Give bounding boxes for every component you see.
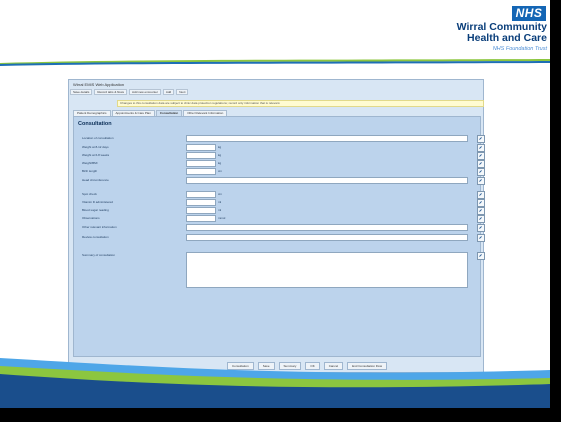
edit-icon[interactable] xyxy=(477,224,485,232)
edit-icon[interactable] xyxy=(477,234,485,242)
window-title: Wirral EMIS Web Application xyxy=(73,82,125,87)
field-label: Observations xyxy=(82,216,100,220)
field-label: Review consultation xyxy=(82,235,109,239)
toolbar-button[interactable]: Next xyxy=(176,89,189,95)
field-input[interactable] xyxy=(186,160,216,167)
field-input[interactable] xyxy=(186,234,468,241)
toolbar-button[interactable]: Add xyxy=(162,89,175,95)
field-input[interactable] xyxy=(186,152,216,159)
edit-icon[interactable] xyxy=(477,199,485,207)
field-input[interactable] xyxy=(186,144,216,151)
field-label: Weight at 6-8 weeks xyxy=(82,153,110,157)
edit-icon[interactable] xyxy=(477,177,485,185)
org-name-line2: Health and Care xyxy=(467,32,547,44)
slide: NHS Wirral Community Health and Care NHS… xyxy=(0,0,561,422)
field-input[interactable] xyxy=(186,215,216,222)
field-unit: kg xyxy=(218,161,222,165)
field-unit: kg xyxy=(218,153,222,157)
field-label: Other relevant information xyxy=(82,225,117,229)
field-input[interactable] xyxy=(186,207,216,214)
field-input[interactable] xyxy=(186,177,468,184)
toolbar-button[interactable]: Save details xyxy=(70,89,93,95)
field-label: Weight at 8-12 days xyxy=(82,145,109,149)
field-unit: kg xyxy=(218,145,222,149)
field-input[interactable] xyxy=(186,135,468,142)
emis-window: Wirral EMIS Web Application Save details… xyxy=(68,79,485,373)
field-unit: cm xyxy=(218,192,222,196)
field-unit: cm xyxy=(218,169,222,173)
edit-icon[interactable] xyxy=(477,252,485,260)
footer-wave xyxy=(0,358,550,410)
edit-icon[interactable] xyxy=(477,160,485,168)
field-label: Head circumference xyxy=(82,178,109,182)
nhs-logo: NHS xyxy=(512,6,546,21)
edit-icon[interactable] xyxy=(477,135,485,143)
edit-icon[interactable] xyxy=(477,144,485,152)
edit-icon[interactable] xyxy=(477,191,485,199)
field-input[interactable] xyxy=(186,224,468,231)
field-label: Birth length xyxy=(82,169,98,173)
panel-title: Consultation xyxy=(78,121,112,127)
field-unit: ml xyxy=(218,208,222,212)
edit-icon[interactable] xyxy=(477,215,485,223)
field-input[interactable] xyxy=(186,168,216,175)
consultation-panel: Consultation Location of consultation Wei… xyxy=(73,116,485,357)
notice-bar: Changes to this consultation data are su… xyxy=(117,100,484,107)
org-subtitle: NHS Foundation Trust xyxy=(492,46,547,52)
field-label: Summary of consultation xyxy=(82,253,116,257)
toolbar-button[interactable]: Add new encounter xyxy=(129,89,161,95)
field-input[interactable] xyxy=(186,191,216,198)
field-unit: ml xyxy=(218,200,222,204)
field-input[interactable] xyxy=(186,252,468,288)
toolbar: Save details Record tabs & flows Add new… xyxy=(70,89,480,95)
edit-icon[interactable] xyxy=(477,207,485,215)
field-input[interactable] xyxy=(186,199,216,206)
side-frame xyxy=(550,0,561,422)
header-wave-band xyxy=(0,59,550,66)
toolbar-button[interactable]: Record tabs & flows xyxy=(94,89,128,95)
bottom-frame xyxy=(0,408,561,422)
field-label: Blood sugar reading xyxy=(82,208,109,212)
field-label: Spot check xyxy=(82,192,97,196)
org-name: Wirral Community Health and Care xyxy=(457,22,547,44)
field-label: Weight/BMI xyxy=(82,161,98,165)
field-label: Vitamin D administered xyxy=(82,200,113,204)
field-unit: mmol xyxy=(218,216,226,220)
field-label: Location of consultation xyxy=(82,136,114,140)
edit-icon[interactable] xyxy=(477,168,485,176)
edit-icon[interactable] xyxy=(477,152,485,160)
